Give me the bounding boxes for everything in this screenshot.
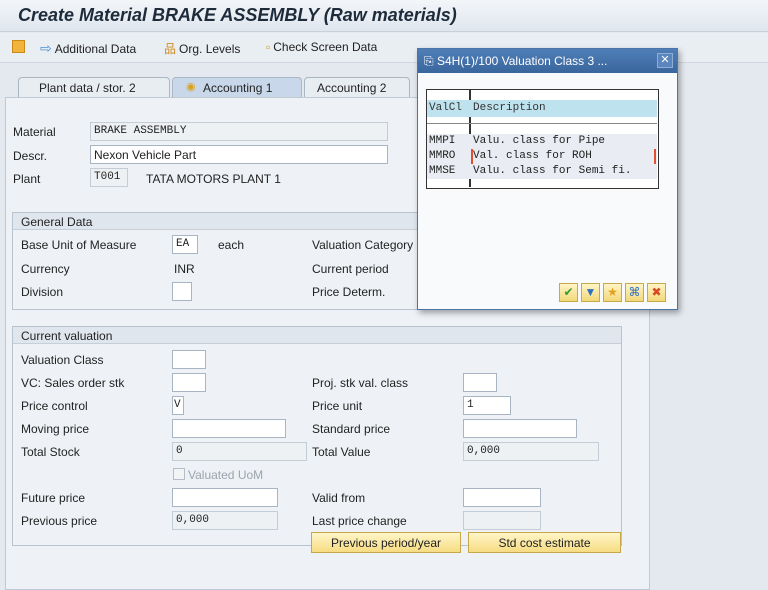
list-item-description: Valu. class for Pipe: [473, 135, 606, 147]
tab-plant-data-stor-2[interactable]: Plant data / stor. 2: [18, 77, 170, 98]
moving-price-label: Moving price: [21, 422, 90, 436]
base-uom-input[interactable]: EA: [172, 235, 198, 254]
valid-from-input[interactable]: [463, 488, 541, 507]
moving-price-input[interactable]: [172, 419, 286, 438]
title-bar: Create Material BRAKE ASSEMBLY (Raw mate…: [0, 0, 768, 32]
hierarchy-icon: 品: [164, 42, 177, 56]
cancel-icon[interactable]: ✖: [647, 283, 666, 302]
current-period-label: Current period: [312, 262, 389, 276]
price-determ-label: Price Determ.: [312, 285, 386, 299]
additional-data-button[interactable]: ⇨ Additional Data: [40, 40, 136, 57]
valuated-uom-label: Valuated UoM: [188, 468, 264, 482]
tab-accounting-2[interactable]: Accounting 2: [304, 77, 410, 98]
price-unit-input[interactable]: 1: [463, 396, 511, 415]
list-item[interactable]: MMRO Val. class for ROH: [427, 149, 657, 164]
base-uom-label: Base Unit of Measure: [21, 238, 137, 252]
tab-status-icon: ◉: [186, 81, 196, 93]
valuation-class-label: Valuation Class: [21, 353, 104, 367]
last-price-change-field: [463, 511, 541, 530]
current-valuation-title: Current valuation: [13, 327, 621, 344]
org-levels-button[interactable]: 品 Org. Levels: [164, 40, 240, 57]
create-icon[interactable]: [12, 40, 25, 53]
base-uom-text: each: [218, 238, 245, 252]
previous-price-label: Previous price: [21, 514, 98, 528]
check-screen-icon: ▫: [266, 40, 271, 54]
standard-price-label: Standard price: [312, 422, 391, 436]
proj-stk-input[interactable]: [463, 373, 497, 392]
description-input[interactable]: Nexon Vehicle Part: [90, 145, 388, 164]
vc-sales-order-input[interactable]: [172, 373, 206, 392]
page-title: Create Material BRAKE ASSEMBLY (Raw mate…: [18, 5, 457, 25]
dialog-title-bar[interactable]: ⎘ S4H(1)/100 Valuation Class 3 ...: [418, 49, 677, 73]
dialog-window-icon: ⎘: [424, 54, 437, 68]
column-header-valcl[interactable]: ValCl: [429, 102, 462, 114]
total-stock-label: Total Stock: [21, 445, 80, 459]
descr-label: Descr.: [13, 149, 48, 163]
list-item[interactable]: MMSE Valu. class for Semi fi.: [427, 164, 657, 179]
future-price-input[interactable]: [172, 488, 278, 507]
division-label: Division: [21, 285, 64, 299]
value-list-table: ValCl Description MMPI Valu. class for P…: [426, 89, 659, 189]
standard-price-input[interactable]: [463, 419, 577, 438]
material-field: BRAKE ASSEMBLY: [90, 122, 388, 141]
total-value-field: 0,000: [463, 442, 599, 461]
filter-icon[interactable]: ▼: [581, 283, 600, 302]
add-favorite-icon[interactable]: ★: [603, 283, 622, 302]
previous-price-field: 0,000: [172, 511, 278, 530]
vc-sales-order-label: VC: Sales order stk: [21, 376, 125, 390]
list-item-description: Valu. class for Semi fi.: [473, 165, 632, 177]
valuation-class-input[interactable]: [172, 350, 206, 369]
search-binoculars-icon[interactable]: ⌘: [625, 283, 644, 302]
price-control-label: Price control: [21, 399, 88, 413]
valuated-uom-checkbox[interactable]: [173, 468, 185, 480]
list-item-code: MMPI: [429, 135, 456, 147]
plant-field: T001: [90, 168, 128, 187]
check-screen-label: Check Screen Data: [273, 40, 378, 54]
total-stock-field: 0: [172, 442, 307, 461]
currency-value: INR: [174, 262, 195, 276]
std-cost-estimate-button[interactable]: Std cost estimate: [468, 532, 621, 553]
price-control-input[interactable]: V: [172, 396, 184, 415]
check-screen-data-button[interactable]: ▫ Check Screen Data: [266, 40, 377, 54]
plant-name: TATA MOTORS PLANT 1: [146, 172, 281, 186]
valuation-category-label: Valuation Category: [312, 238, 414, 252]
column-header-description[interactable]: Description: [473, 102, 546, 114]
close-icon[interactable]: ✕: [657, 53, 673, 68]
list-item-code: MMRO: [429, 150, 456, 162]
proj-stk-label: Proj. stk val. class: [312, 376, 409, 390]
valuation-class-dialog: ⎘ S4H(1)/100 Valuation Class 3 ... ✕ Val…: [417, 48, 678, 310]
plant-label: Plant: [13, 172, 41, 186]
dialog-title: S4H(1)/100 Valuation Class 3 ...: [436, 54, 608, 68]
last-price-change-label: Last price change: [312, 514, 407, 528]
currency-label: Currency: [21, 262, 70, 276]
org-levels-label: Org. Levels: [179, 41, 241, 56]
arrow-right-icon: ⇨: [40, 40, 52, 56]
list-item-code: MMSE: [429, 165, 456, 177]
additional-data-label: Additional Data: [54, 41, 137, 56]
list-item[interactable]: MMPI Valu. class for Pipe: [427, 134, 657, 149]
price-unit-label: Price unit: [312, 399, 363, 413]
division-input[interactable]: [172, 282, 192, 301]
confirm-check-icon[interactable]: ✔: [559, 283, 578, 302]
material-label: Material: [13, 125, 56, 139]
valid-from-label: Valid from: [312, 491, 366, 505]
total-value-label: Total Value: [312, 445, 371, 459]
previous-period-button[interactable]: Previous period/year: [311, 532, 461, 553]
future-price-label: Future price: [21, 491, 86, 505]
